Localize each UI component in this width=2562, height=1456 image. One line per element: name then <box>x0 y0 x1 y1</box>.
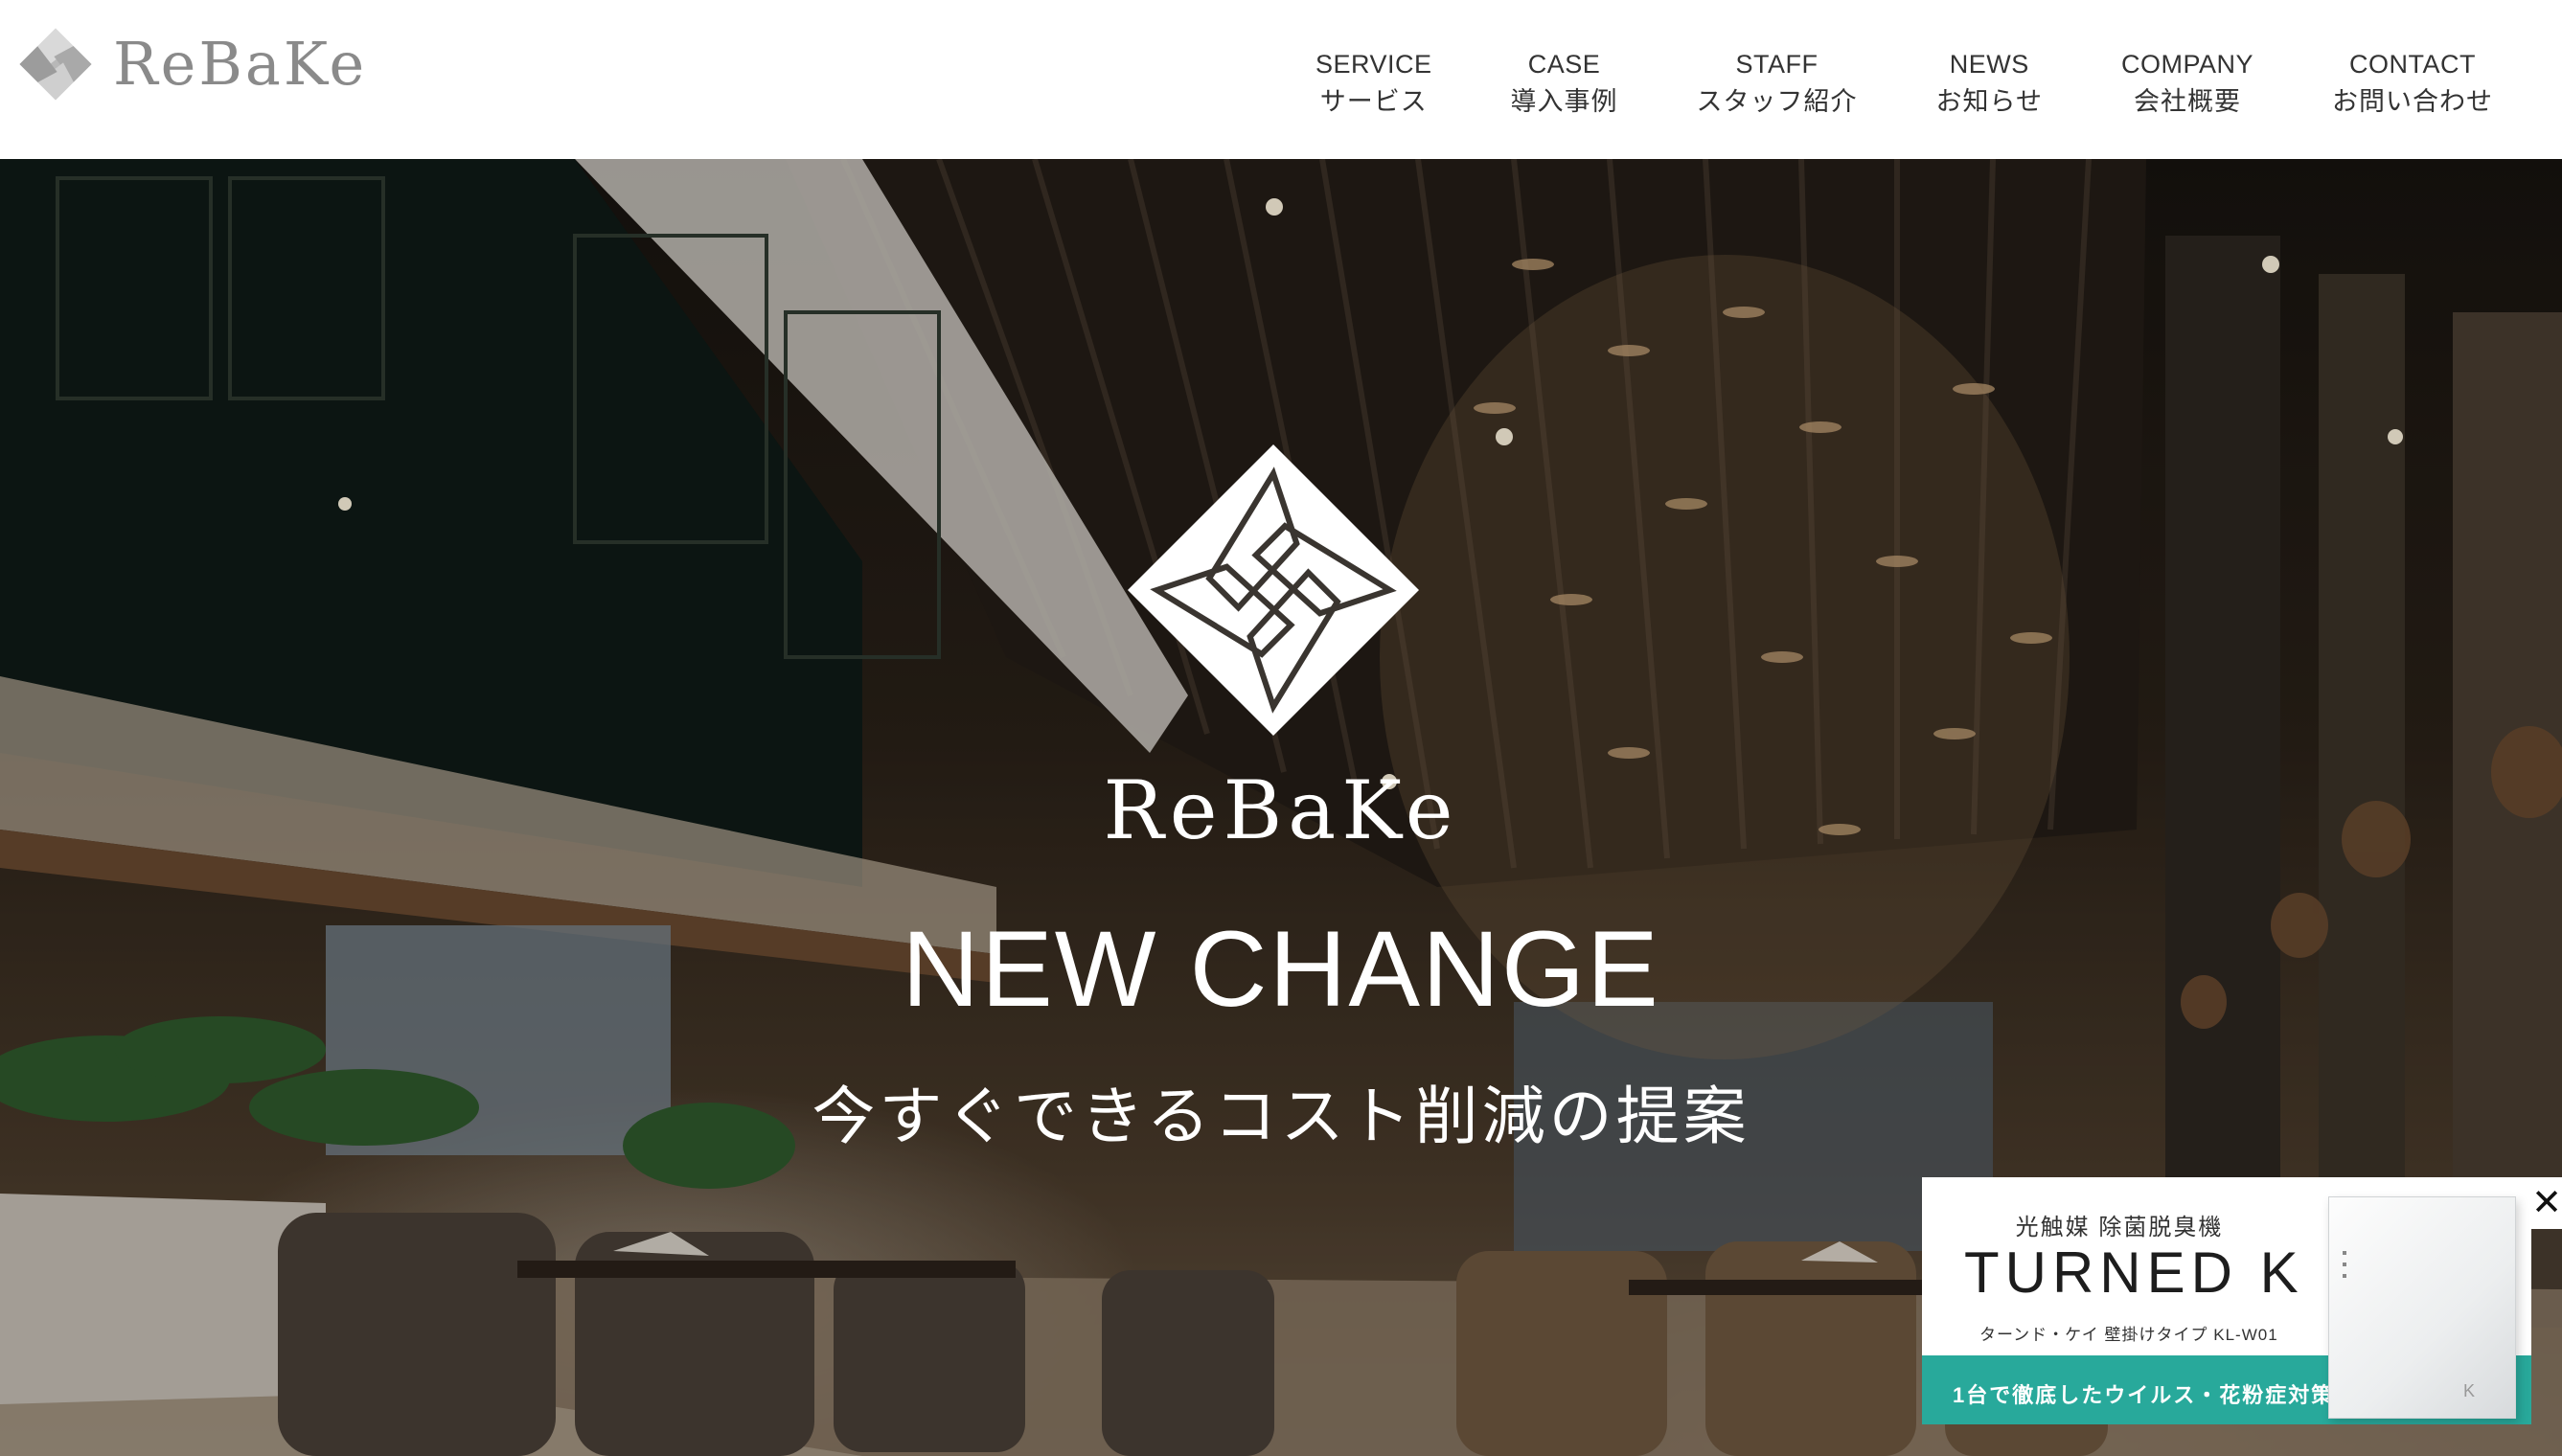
hero-brand-wordmark: ReBaKe <box>1103 763 1459 857</box>
hero-subtitle: 今すぐできるコスト削減の提案 <box>812 1081 1750 1151</box>
site-logo[interactable]: ReBaKe <box>17 25 367 103</box>
hero-title: NEW CHANGE <box>902 909 1660 1029</box>
device-indicator-icon <box>2343 1263 2346 1266</box>
device-k-logo-icon: K <box>2463 1381 2476 1400</box>
ad-strip-text: 1台で徹底したウイルス・花粉症対策 <box>1953 1383 2335 1407</box>
nav-label-en: CASE <box>1527 50 1601 79</box>
nav-label-en: SERVICE <box>1315 50 1432 79</box>
nav-label-en: STAFF <box>1735 50 1819 79</box>
nav-item-contact[interactable]: CONTACT お問い合わせ <box>2332 48 2493 121</box>
nav-item-case[interactable]: CASE 導入事例 <box>1511 48 1618 121</box>
close-icon: ✕ <box>2531 1183 2562 1223</box>
ad-tagline: 光触媒 除菌脱臭機 <box>2015 1215 2224 1240</box>
device-indicator-icon <box>2343 1274 2346 1278</box>
nav-item-company[interactable]: COMPANY 会社概要 <box>2121 48 2253 121</box>
nav-label-en: COMPANY <box>2120 50 2253 79</box>
nav-item-staff[interactable]: STAFF スタッフ紹介 <box>1697 48 1858 121</box>
ad-model-text: ターンド・ケイ 壁掛けタイプ KL-W01 <box>1979 1326 2278 1344</box>
nav-item-service[interactable]: SERVICE サービス <box>1315 48 1432 121</box>
logo-wordmark: ReBaKe <box>113 29 368 99</box>
nav-label-jp: 導入事例 <box>1510 87 1618 116</box>
nav-label-jp: お問い合わせ <box>2332 87 2493 116</box>
nav-label-jp: スタッフ紹介 <box>1696 87 1858 116</box>
nav-label-en: CONTACT <box>2349 50 2476 79</box>
nav-item-news[interactable]: NEWS お知らせ <box>1936 48 2043 121</box>
rebake-diamond-icon <box>17 26 94 102</box>
device-indicator-icon <box>2343 1251 2346 1255</box>
air-purifier-product-image: K <box>2328 1196 2516 1419</box>
product-ad-banner[interactable]: 光触媒 除菌脱臭機 TURNED K ターンド・ケイ 壁掛けタイプ KL-W01… <box>1922 1177 2531 1424</box>
ad-product-logo: TURNED K <box>1964 1240 2304 1305</box>
nav-label-jp: お知らせ <box>1935 87 2043 116</box>
rebake-diamond-icon <box>1128 444 1419 736</box>
nav-label-jp: 会社概要 <box>2133 87 2241 116</box>
nav-label-en: NEWS <box>1949 50 2029 79</box>
close-ad-button[interactable]: ✕ <box>2531 1177 2562 1229</box>
site-header: ReBaKe SERVICE サービス CASE 導入事例 STAFF スタッフ… <box>0 0 2562 159</box>
main-nav: SERVICE サービス CASE 導入事例 STAFF スタッフ紹介 NEWS… <box>1315 48 2493 121</box>
nav-label-jp: サービス <box>1319 87 1428 116</box>
